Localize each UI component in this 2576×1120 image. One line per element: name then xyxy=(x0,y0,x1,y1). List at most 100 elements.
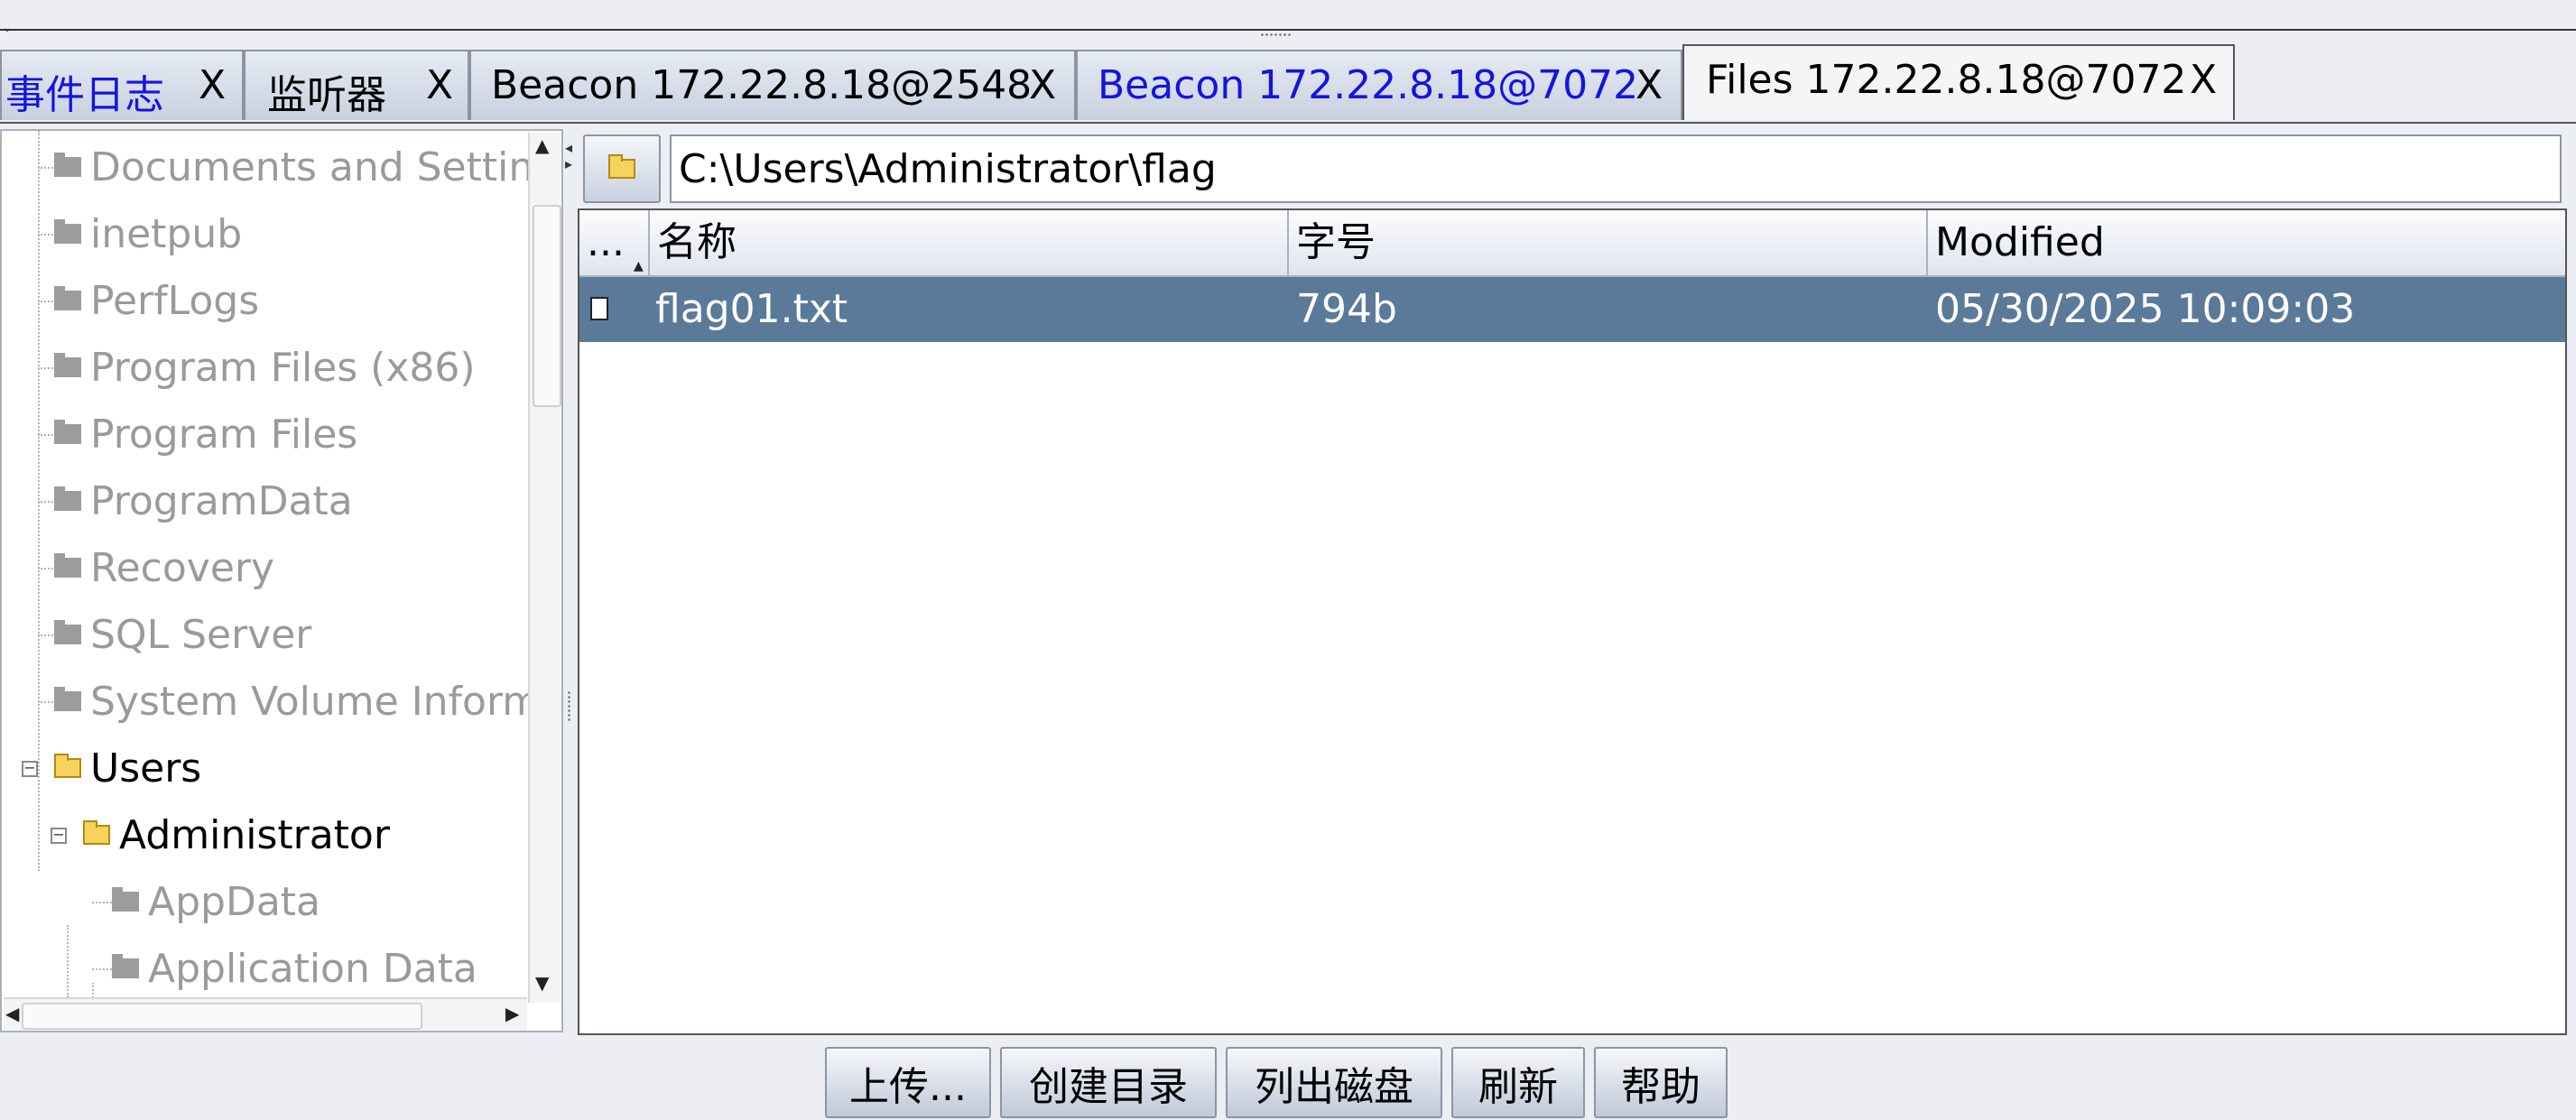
splitter-arrows-icon[interactable]: ◂ ▸ xyxy=(565,140,572,172)
tree-item[interactable]: System Volume Informat xyxy=(54,674,563,728)
tree-item[interactable]: Program Files xyxy=(54,407,357,461)
help-button[interactable]: 帮助 xyxy=(1594,1047,1728,1118)
tree-item[interactable]: ProgramData xyxy=(54,474,353,528)
column-header-size[interactable]: 字号 xyxy=(1289,210,1928,275)
file-modified: 05/30/2025 10:09:03 xyxy=(1935,286,2356,332)
tree-guide-line xyxy=(92,968,112,970)
folder-icon xyxy=(112,954,139,978)
tree-item-label: ProgramData xyxy=(90,477,353,524)
folder-icon xyxy=(54,420,81,444)
tree-item-label: PerfLogs xyxy=(90,277,260,324)
browse-folder-button[interactable] xyxy=(583,134,661,203)
tab-files-7072[interactable]: Files 172.22.8.18@7072 X xyxy=(1682,44,2235,120)
tree-horizontal-scrollbar[interactable]: ◀ ▶ xyxy=(4,997,527,1031)
tree-item[interactable]: AppData xyxy=(112,875,320,929)
tab-close-button[interactable]: X xyxy=(426,62,453,108)
table-row[interactable]: flag01.txt 794b 05/30/2025 10:09:03 xyxy=(579,277,2565,342)
file-list-table[interactable]: ... ▲ 名称 字号 Modified flag01.txt 794b 05/… xyxy=(578,208,2567,1035)
tree-guide-line xyxy=(38,634,56,636)
file-icon xyxy=(590,297,608,320)
table-header: ... ▲ 名称 字号 Modified xyxy=(579,210,2565,277)
scroll-up-icon[interactable]: ▲ xyxy=(535,134,549,156)
tree-guide-line xyxy=(38,568,56,569)
tab-beacon-7072[interactable]: Beacon 172.22.8.18@7072 X xyxy=(1076,50,1682,120)
folder-icon xyxy=(54,219,81,244)
tree-item-label: AppData xyxy=(148,878,321,925)
folder-icon xyxy=(54,286,81,310)
tree-guide-line xyxy=(38,301,56,302)
folder-open-icon xyxy=(54,754,81,778)
tree-guide-line xyxy=(92,902,112,903)
tab-beacon-2548[interactable]: Beacon 172.22.8.18@2548 X xyxy=(469,50,1076,120)
horizontal-splitter-grip[interactable] xyxy=(1260,32,1293,38)
tab-label: Files 172.22.8.18@7072 xyxy=(1706,57,2187,103)
tab-close-button[interactable]: X xyxy=(1029,62,1056,108)
tree-item-label: Application Data xyxy=(148,945,477,992)
scroll-left-icon[interactable]: ◀ xyxy=(5,1003,19,1024)
folder-icon xyxy=(54,153,81,177)
collapse-toggle[interactable]: − xyxy=(51,828,67,844)
folder-icon xyxy=(608,154,635,179)
path-input[interactable] xyxy=(670,134,2562,203)
tree-item-label: Administrator xyxy=(119,811,390,858)
console-pane: ⌄ xyxy=(0,0,2576,34)
scroll-right-icon[interactable]: ▶ xyxy=(505,1003,519,1024)
tree-item-label: SQL Server xyxy=(90,611,312,658)
collapse-arrow-icon[interactable]: ⌄ xyxy=(2,22,13,34)
tree-guide-line xyxy=(38,434,56,436)
tree-guide-line xyxy=(67,925,69,997)
folder-icon xyxy=(54,553,81,578)
tree-item[interactable]: inetpub xyxy=(54,207,242,261)
tab-close-button[interactable]: X xyxy=(199,62,226,108)
tree-guide-line xyxy=(38,234,56,236)
collapse-toggle[interactable]: − xyxy=(22,761,38,777)
file-size: 794b xyxy=(1296,286,1397,332)
tab-event-log[interactable]: 事件日志 X xyxy=(0,50,244,120)
tree-item[interactable]: Program Files (x86) xyxy=(54,340,476,394)
column-header-label: Modified xyxy=(1935,219,2105,265)
column-header-modified[interactable]: Modified xyxy=(1928,210,2565,275)
scroll-thumb[interactable] xyxy=(533,205,561,407)
tree-vertical-scrollbar[interactable]: ▲ ▼ xyxy=(528,133,561,1003)
scroll-down-icon[interactable]: ▼ xyxy=(535,972,549,994)
tree-item[interactable]: Application Data xyxy=(112,941,477,995)
vertical-splitter[interactable]: ◂ ▸ xyxy=(563,131,578,1033)
make-directory-button[interactable]: 创建目录 xyxy=(1000,1047,1217,1118)
folder-open-icon xyxy=(83,820,110,845)
tab-close-button[interactable]: X xyxy=(2190,57,2217,103)
list-drives-button[interactable]: 列出磁盘 xyxy=(1226,1047,1442,1118)
file-name: flag01.txt xyxy=(655,286,848,332)
folder-icon xyxy=(54,353,81,377)
tree-guide-line xyxy=(38,367,56,369)
column-header-label: 字号 xyxy=(1296,219,1376,265)
tree-item[interactable]: PerfLogs xyxy=(54,273,259,328)
tab-close-button[interactable]: X xyxy=(1635,62,1663,108)
folder-icon xyxy=(54,687,81,711)
refresh-button[interactable]: 刷新 xyxy=(1451,1047,1585,1118)
directory-tree[interactable]: Documents and Settings inetpub PerfLogs … xyxy=(0,129,563,1032)
tab-listeners[interactable]: 监听器 X xyxy=(244,50,469,120)
splitter-grip[interactable] xyxy=(567,690,572,723)
folder-icon xyxy=(54,620,81,644)
tree-guide-line xyxy=(38,701,56,703)
column-header-name[interactable]: 名称 xyxy=(650,210,1289,275)
tree-item-label: System Volume Informat xyxy=(90,678,563,725)
column-header-icon[interactable]: ... ▲ xyxy=(579,210,650,275)
tree-item-label: inetpub xyxy=(90,210,243,257)
tab-label: 监听器 xyxy=(267,72,386,118)
tab-bar: 事件日志 X 监听器 X Beacon 172.22.8.18@2548 X B… xyxy=(0,44,2576,124)
upload-button[interactable]: 上传... xyxy=(825,1047,991,1118)
tree-item[interactable]: Recovery xyxy=(54,541,274,595)
tree-item-administrator[interactable]: Administrator xyxy=(83,808,390,862)
tree-item[interactable]: Documents and Settings xyxy=(54,140,563,194)
scroll-thumb[interactable] xyxy=(22,1003,422,1030)
tree-item-label: Documents and Settings xyxy=(90,143,563,190)
tree-item-label: Users xyxy=(90,745,202,791)
tree-item[interactable]: SQL Server xyxy=(54,607,311,662)
column-header-label: 名称 xyxy=(657,219,737,265)
tree-item-users[interactable]: Users xyxy=(54,741,201,795)
tab-label: Beacon 172.22.8.18@7072 xyxy=(1098,62,1639,108)
folder-icon xyxy=(112,887,139,912)
folder-icon xyxy=(54,486,81,511)
tab-label: Beacon 172.22.8.18@2548 xyxy=(491,62,1033,108)
